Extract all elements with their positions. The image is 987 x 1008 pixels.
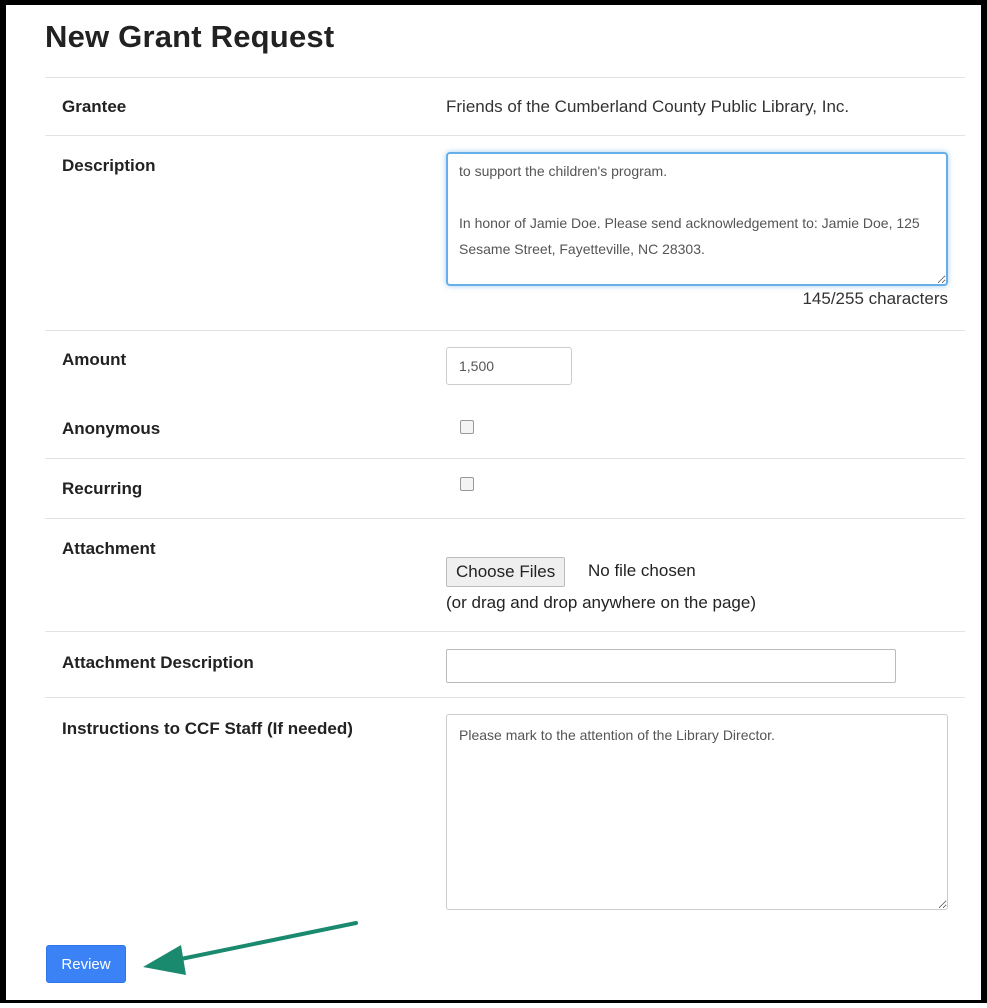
arrow-left-icon	[143, 921, 358, 975]
page-frame: New Grant Request Grantee Friends of the…	[0, 0, 987, 1003]
